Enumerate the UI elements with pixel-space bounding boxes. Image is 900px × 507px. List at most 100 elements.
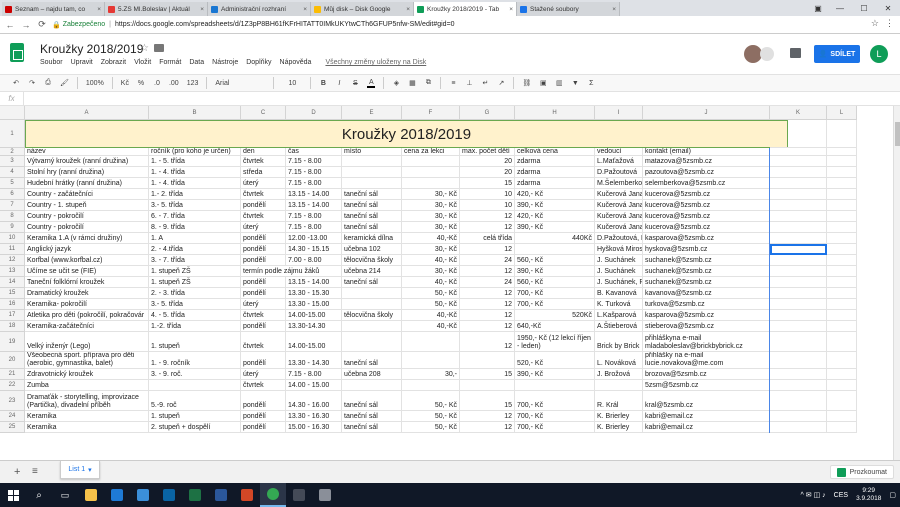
- fill-color-icon[interactable]: ◈: [392, 79, 400, 87]
- table-cell[interactable]: čtvrtek: [241, 189, 286, 200]
- calculator-app-icon[interactable]: [286, 483, 312, 507]
- excel-app-icon[interactable]: [182, 483, 208, 507]
- table-cell[interactable]: selemberkova@5zsmb.cz: [643, 178, 770, 189]
- chevron-down-icon[interactable]: ▾: [88, 466, 92, 474]
- table-cell[interactable]: zdarma: [515, 178, 595, 189]
- table-cell[interactable]: 7.15 - 8.00: [286, 178, 342, 189]
- table-cell[interactable]: [770, 310, 827, 321]
- table-cell[interactable]: Výtvarný kroužek (ranní družina): [25, 156, 149, 167]
- table-cell[interactable]: pondělí: [241, 391, 286, 411]
- table-cell[interactable]: Keramika 1.A (v rámci družiny): [25, 233, 149, 244]
- zoom-select[interactable]: 100%: [86, 80, 104, 87]
- table-cell[interactable]: matazova@5zsmb.cz: [643, 156, 770, 167]
- row-number[interactable]: 18: [0, 321, 25, 332]
- table-cell[interactable]: 1. stupeň ZŠ: [149, 277, 241, 288]
- table-cell[interactable]: J. Suchánek: [595, 255, 643, 266]
- table-cell[interactable]: 14.00-15.00: [286, 332, 342, 352]
- table-cell[interactable]: 8. - 9. třída: [149, 222, 241, 233]
- row-number[interactable]: 22: [0, 380, 25, 391]
- table-cell[interactable]: [460, 380, 515, 391]
- table-cell[interactable]: 10: [460, 189, 515, 200]
- table-cell[interactable]: pondělí: [241, 321, 286, 332]
- table-cell[interactable]: 13.15 - 14.00: [286, 200, 342, 211]
- table-cell[interactable]: [342, 156, 402, 167]
- vertical-align-icon[interactable]: ⊥: [465, 79, 473, 87]
- table-cell[interactable]: Stolní hry (ranní družina): [25, 167, 149, 178]
- table-cell[interactable]: M.Šelemberková: [595, 178, 643, 189]
- table-cell[interactable]: úterý: [241, 369, 286, 380]
- table-cell[interactable]: suchanek@5zsmb.cz: [643, 255, 770, 266]
- table-cell[interactable]: 1. A: [149, 233, 241, 244]
- table-cell[interactable]: [342, 332, 402, 352]
- tray-icons[interactable]: ^ ✉ ◫ ♪: [801, 491, 826, 499]
- table-cell[interactable]: [770, 148, 827, 156]
- table-cell[interactable]: [770, 380, 827, 391]
- table-cell[interactable]: [770, 288, 827, 299]
- table-cell[interactable]: úterý: [241, 178, 286, 189]
- table-cell[interactable]: kucerova@5zsmb.cz: [643, 222, 770, 233]
- header-cell[interactable]: den: [241, 148, 286, 156]
- table-cell[interactable]: [770, 200, 827, 211]
- column-header[interactable]: J: [643, 106, 770, 120]
- italic-button[interactable]: I: [335, 80, 343, 87]
- table-cell[interactable]: tělocvična školy: [342, 255, 402, 266]
- table-cell[interactable]: brozova@5zsmb.cz: [643, 369, 770, 380]
- row-number[interactable]: 6: [0, 189, 25, 200]
- table-cell[interactable]: Taneční folklórní kroužek: [25, 277, 149, 288]
- table-cell[interactable]: Učíme se učit se (FIE): [25, 266, 149, 277]
- table-cell[interactable]: 520Kč: [515, 310, 595, 321]
- table-cell[interactable]: [827, 277, 857, 288]
- print-icon[interactable]: ⎙: [44, 79, 52, 87]
- table-cell[interactable]: čtvrtek: [241, 211, 286, 222]
- header-cell[interactable]: max. počet dětí: [460, 148, 515, 156]
- table-cell[interactable]: [827, 352, 857, 369]
- table-cell[interactable]: [770, 277, 827, 288]
- table-cell[interactable]: 12: [460, 266, 515, 277]
- table-cell[interactable]: taneční sál: [342, 277, 402, 288]
- reload-button[interactable]: ⟳: [36, 19, 48, 30]
- maximize-button[interactable]: ☐: [852, 0, 876, 16]
- table-cell[interactable]: taneční sál: [342, 411, 402, 422]
- table-cell[interactable]: Kučerová Jana: [595, 200, 643, 211]
- table-cell[interactable]: 2. - 4.třída: [149, 244, 241, 255]
- table-cell[interactable]: Korfbal (www.korfbal.cz): [25, 255, 149, 266]
- browser-tab[interactable]: Stažené soubory ×: [517, 2, 620, 16]
- table-cell[interactable]: [827, 310, 857, 321]
- table-cell[interactable]: [402, 380, 460, 391]
- table-cell[interactable]: 420,- Kč: [515, 189, 595, 200]
- table-cell[interactable]: 40,- Kč: [402, 277, 460, 288]
- functions-icon[interactable]: Σ: [587, 80, 595, 87]
- table-cell[interactable]: A.Štieberová: [595, 321, 643, 332]
- table-cell[interactable]: čtvrtek: [241, 310, 286, 321]
- browser-tab[interactable]: Seznam – najdu tam, co ×: [2, 2, 105, 16]
- table-cell[interactable]: kabri@email.cz: [643, 422, 770, 433]
- table-cell[interactable]: 20: [460, 167, 515, 178]
- table-cell[interactable]: [770, 222, 827, 233]
- table-cell[interactable]: pondělí: [241, 352, 286, 369]
- table-cell[interactable]: [827, 288, 857, 299]
- font-size-select[interactable]: 10: [282, 80, 302, 87]
- minimize-button[interactable]: —: [828, 0, 852, 16]
- column-header[interactable]: K: [770, 106, 827, 120]
- table-cell[interactable]: 13.15 - 14.00: [286, 189, 342, 200]
- bookmark-star-icon[interactable]: ☆: [871, 18, 879, 29]
- browser-menu-icon[interactable]: ⋮: [885, 18, 894, 29]
- table-cell[interactable]: K. Brierley: [595, 422, 643, 433]
- table-cell[interactable]: 20: [460, 156, 515, 167]
- table-cell[interactable]: [770, 332, 827, 352]
- table-cell[interactable]: suchanek@5zsmb.cz: [643, 277, 770, 288]
- powerpoint-app-icon[interactable]: [234, 483, 260, 507]
- bold-button[interactable]: B: [319, 80, 327, 87]
- table-cell[interactable]: 50,- Kč: [402, 422, 460, 433]
- table-cell[interactable]: [402, 156, 460, 167]
- table-cell[interactable]: 13.30 - 16.30: [286, 411, 342, 422]
- table-cell[interactable]: 6. - 7. třída: [149, 211, 241, 222]
- table-cell[interactable]: Kučerová Jana: [595, 222, 643, 233]
- table-cell[interactable]: Anglický jazyk: [25, 244, 149, 255]
- forward-button[interactable]: →: [20, 20, 32, 30]
- table-cell[interactable]: pondělí: [241, 200, 286, 211]
- table-cell[interactable]: taneční sál: [342, 222, 402, 233]
- tab-close-icon[interactable]: ×: [303, 6, 307, 13]
- table-cell[interactable]: zdarma: [515, 156, 595, 167]
- paint-app-icon[interactable]: [312, 483, 338, 507]
